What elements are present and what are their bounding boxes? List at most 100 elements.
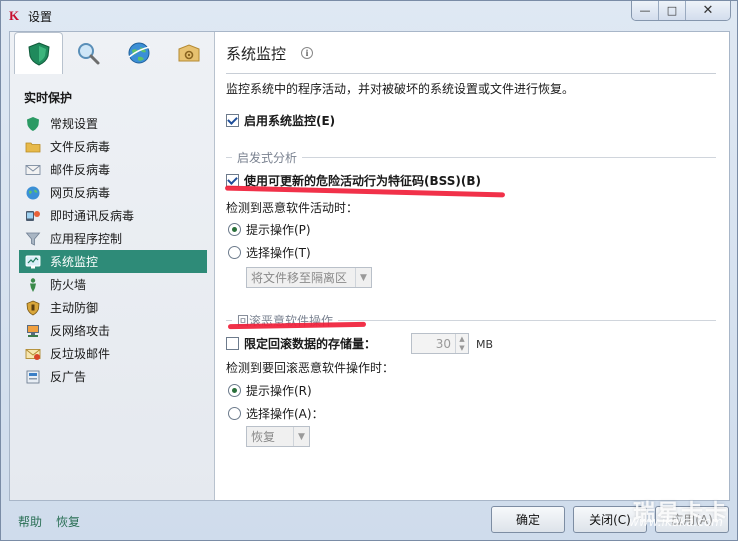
sidebar-item-label: 文件反病毒 <box>50 140 111 154</box>
rollback-select-label[interactable]: 选择操作(A)： <box>246 405 324 422</box>
rollback-limit-label[interactable]: 限定回滚数据的存储量： <box>244 335 376 352</box>
enable-system-watcher-row: 启用系统监控(E) <box>226 112 335 129</box>
ad-icon <box>26 370 40 383</box>
sidebar-item-label: 反垃圾邮件 <box>50 347 111 361</box>
sidebar-item-firewall[interactable]: 防火墙 <box>19 273 207 296</box>
chevron-down-icon: ▼ <box>293 427 309 446</box>
rollback-detect-label: 检测到要回滚恶意软件操作时： <box>226 361 395 375</box>
page-description: 监控系统中的程序活动，并对被破坏的系统设置或文件进行恢复。 <box>226 82 575 96</box>
sidebar-item-proactive-defense[interactable]: 主动防御 <box>19 296 207 319</box>
update-tab[interactable] <box>114 32 163 73</box>
options-tab[interactable] <box>164 32 213 73</box>
sidebar-item-system-watcher[interactable]: 系统监控 <box>19 250 207 273</box>
heuristic-detect-label: 检测到恶意软件活动时： <box>226 201 359 215</box>
sidebar-item-file-antivirus[interactable]: 文件反病毒 <box>19 135 207 158</box>
sidebar-item-label: 邮件反病毒 <box>50 163 111 177</box>
shield-icon <box>27 41 50 66</box>
sidebar-item-label: 应用程序控制 <box>50 232 123 246</box>
rollback-limit-unit: MB <box>476 338 494 351</box>
sidebar-item-label: 主动防御 <box>50 301 99 315</box>
rollback-prompt-row: 提示操作(R) <box>228 382 312 399</box>
heuristic-select-label[interactable]: 选择操作(T) <box>246 244 311 261</box>
spam-icon <box>25 348 41 360</box>
title-bar: K 设置 — □ ✕ <box>1 1 737 31</box>
group-rule <box>226 157 232 158</box>
stepper-arrows-icon[interactable]: ▲ ▼ <box>455 334 468 353</box>
sidebar-item-web-antivirus[interactable]: 网页反病毒 <box>19 181 207 204</box>
defense-icon <box>26 300 40 315</box>
restore-link[interactable]: 恢复 <box>56 513 80 530</box>
heuristic-group-header: 启发式分析 <box>226 149 716 166</box>
filter-icon <box>25 232 41 246</box>
rollback-action-dropdown[interactable]: 恢复 ▼ <box>246 426 310 447</box>
sidebar-item-label: 反广告 <box>50 370 87 384</box>
footer-links: 帮助 恢复 <box>18 513 80 530</box>
tab-strip <box>10 32 215 74</box>
chevron-down-icon: ▼ <box>355 268 371 287</box>
settings-box-icon <box>178 43 199 61</box>
network-icon <box>27 324 39 337</box>
info-icon[interactable]: i <box>301 47 313 59</box>
rollback-limit-value: 30 <box>435 336 451 351</box>
help-link[interactable]: 帮助 <box>18 513 42 530</box>
sidebar-item-label: 防火墙 <box>50 278 87 292</box>
heuristic-prompt-label[interactable]: 提示操作(P) <box>246 221 311 238</box>
rollback-limit-checkbox[interactable] <box>226 337 239 350</box>
sidebar-item-label: 即时通讯反病毒 <box>50 209 135 223</box>
kaspersky-logo-icon: K <box>9 8 20 23</box>
heuristic-action-dropdown[interactable]: 将文件移至隔离区 ▼ <box>246 267 372 288</box>
sidebar-item-label: 常规设置 <box>50 117 99 131</box>
settings-window: K 设置 — □ ✕ 实时保护 常规设置 文件反病毒 邮件反病毒 网页反病毒 即… <box>0 0 738 541</box>
enable-system-watcher-label[interactable]: 启用系统监控(E) <box>244 112 335 129</box>
ok-button[interactable]: 确定 <box>491 506 565 533</box>
rollback-limit-row: 限定回滚数据的存储量： <box>226 335 376 352</box>
sidebar-item-label: 反网络攻击 <box>50 324 111 338</box>
heuristic-prompt-radio[interactable] <box>228 223 241 236</box>
shield-icon <box>27 116 39 131</box>
sidebar-item-general[interactable]: 常规设置 <box>19 112 207 135</box>
enable-system-watcher-checkbox[interactable] <box>226 114 239 127</box>
monitor-icon <box>25 255 41 268</box>
group-rule <box>302 157 716 158</box>
magnifier-icon <box>77 42 99 64</box>
window-controls: — □ ✕ <box>631 1 731 21</box>
heuristic-prompt-row: 提示操作(P) <box>228 221 311 238</box>
rollback-select-row: 选择操作(A)： <box>228 405 324 422</box>
heuristic-group-label: 启发式分析 <box>237 151 298 165</box>
title-divider <box>226 73 716 74</box>
heuristic-select-radio[interactable] <box>228 246 241 259</box>
sidebar-heading: 实时保护 <box>24 91 73 105</box>
window-title: 设置 <box>28 10 53 24</box>
rollback-prompt-label[interactable]: 提示操作(R) <box>246 382 312 399</box>
main-content: 系统监控 i 监控系统中的程序活动，并对被破坏的系统设置或文件进行恢复。 启用系… <box>215 31 730 501</box>
heuristic-select-row: 选择操作(T) <box>228 244 311 261</box>
sidebar-item-label: 系统监控 <box>50 255 99 269</box>
rollback-action-value: 恢复 <box>251 430 276 444</box>
rollback-select-radio[interactable] <box>228 407 241 420</box>
sidebar-item-app-control[interactable]: 应用程序控制 <box>19 227 207 250</box>
left-pane: 实时保护 常规设置 文件反病毒 邮件反病毒 网页反病毒 即时通讯反病毒 应用程序… <box>10 32 215 500</box>
sidebar-item-im-antivirus[interactable]: 即时通讯反病毒 <box>19 204 207 227</box>
group-rule <box>226 320 232 321</box>
group-rule <box>338 320 716 321</box>
page-title: 系统监控 <box>226 45 287 63</box>
chat-icon <box>26 210 40 221</box>
maximize-button[interactable]: □ <box>659 1 686 20</box>
globe-icon <box>26 186 40 199</box>
folder-icon <box>25 142 41 152</box>
rollback-limit-stepper[interactable]: 30 ▲ ▼ <box>411 333 469 354</box>
sidebar-item-label: 网页反病毒 <box>50 186 111 200</box>
sidebar-item-anti-banner[interactable]: 反广告 <box>19 365 207 388</box>
scan-tab[interactable] <box>63 32 112 73</box>
protection-tab[interactable] <box>14 32 63 74</box>
mail-icon <box>25 164 41 175</box>
sidebar-item-mail-antivirus[interactable]: 邮件反病毒 <box>19 158 207 181</box>
heuristic-action-value: 将文件移至隔离区 <box>251 271 348 285</box>
sidebar-nav: 常规设置 文件反病毒 邮件反病毒 网页反病毒 即时通讯反病毒 应用程序控制 系统… <box>19 112 207 388</box>
sidebar-item-anti-spam[interactable]: 反垃圾邮件 <box>19 342 207 365</box>
sidebar-item-network-attack[interactable]: 反网络攻击 <box>19 319 207 342</box>
globe-icon <box>128 42 150 63</box>
close-window-button[interactable]: ✕ <box>686 1 730 20</box>
rollback-prompt-radio[interactable] <box>228 384 241 397</box>
minimize-button[interactable]: — <box>632 1 659 20</box>
